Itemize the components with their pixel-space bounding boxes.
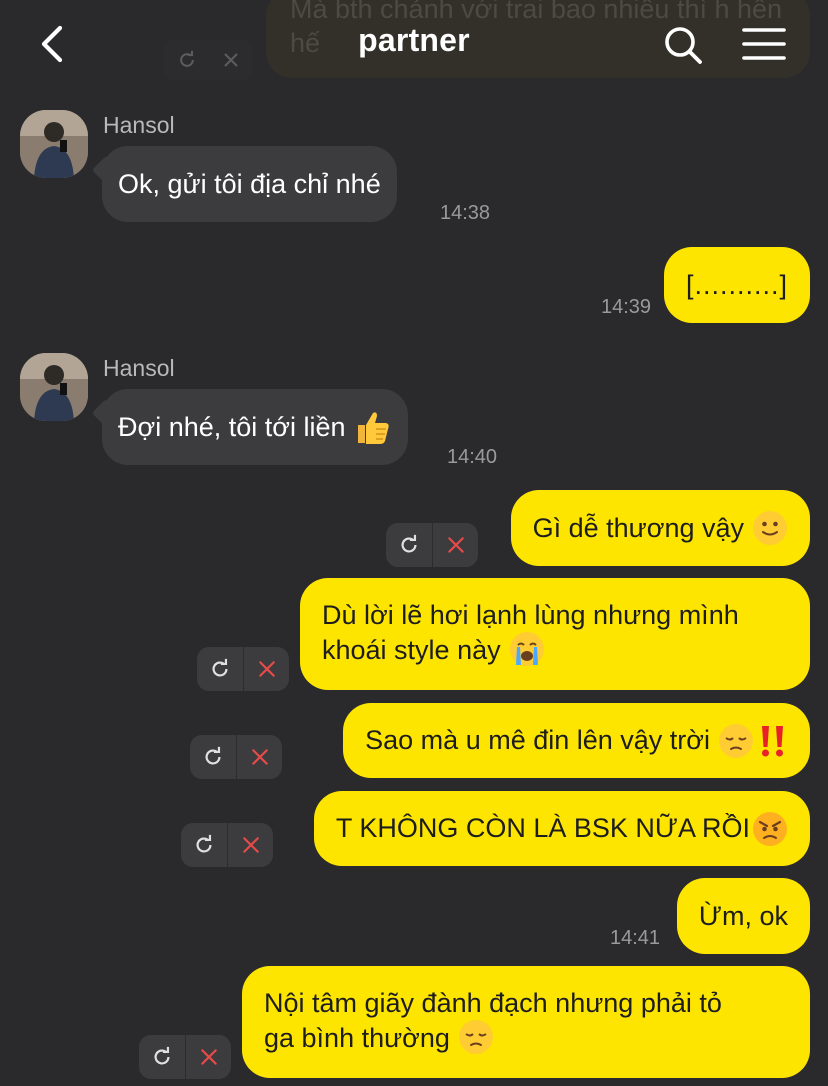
close-icon <box>258 661 275 677</box>
refresh-icon <box>401 534 417 553</box>
failed-message-actions <box>386 523 478 567</box>
delete-button[interactable] <box>185 1035 231 1079</box>
message-text-line: ga bình thường <box>264 1019 788 1056</box>
failed-message-actions <box>139 1035 231 1079</box>
avatar[interactable] <box>20 110 88 178</box>
close-icon <box>200 1049 217 1065</box>
resend-button[interactable] <box>181 823 227 867</box>
failed-message-actions <box>197 647 289 691</box>
refresh-icon <box>196 834 212 853</box>
message-time: 14:41 <box>610 927 661 949</box>
message-text-line: Dù lời lẽ hơi lạnh lùng nhưng mình <box>322 600 739 630</box>
close-icon <box>242 837 259 853</box>
search-icon <box>665 27 702 64</box>
resend-button[interactable] <box>139 1035 185 1079</box>
message-text-line: Nội tâm giãy đành đạch nhưng phải tỏ <box>264 988 722 1018</box>
message-text: Ok, gửi tôi địa chỉ nhé <box>118 168 381 199</box>
close-icon <box>251 749 268 765</box>
outgoing-message-bubble[interactable]: Sao mà u mê đin lên vậy trời <box>343 703 810 778</box>
menu-icon <box>742 28 786 60</box>
slightly-smiling-emoji <box>753 511 787 545</box>
incoming-message-bubble[interactable]: Ok, gửi tôi địa chỉ nhé <box>102 146 397 222</box>
search-button[interactable] <box>662 24 704 66</box>
pensive-emoji <box>719 723 753 758</box>
outgoing-message-bubble[interactable]: Ừm, ok <box>676 878 810 954</box>
message-text-line: khoái style này <box>322 631 788 668</box>
failed-message-actions <box>181 823 273 867</box>
close-icon <box>447 537 464 553</box>
sender-name: Hansol <box>103 355 175 381</box>
thumbs-up-emoji <box>357 412 389 444</box>
message-text: Sao mà u mê đin lên vậy trời <box>365 725 710 755</box>
pensive-emoji <box>458 1019 493 1054</box>
delete-button[interactable] <box>243 647 289 691</box>
chat-header: partner <box>0 0 828 88</box>
refresh-icon <box>205 746 221 765</box>
resend-button[interactable] <box>190 735 236 779</box>
resend-button[interactable] <box>197 647 243 691</box>
resend-button[interactable] <box>386 523 432 567</box>
menu-button[interactable] <box>742 26 786 62</box>
message-time: 14:38 <box>440 202 491 224</box>
delete-button[interactable] <box>227 823 273 867</box>
message-text: [..........] <box>685 269 788 300</box>
message-time: 14:39 <box>601 296 652 318</box>
incoming-message-bubble[interactable]: Đợi nhé, tôi tới liền <box>102 389 408 465</box>
outgoing-message-bubble[interactable]: Gì dễ thương vậy <box>510 490 810 566</box>
refresh-icon <box>212 658 228 677</box>
avatar-image <box>20 110 88 178</box>
crying-emoji <box>509 631 544 666</box>
message-text: Ừm, ok <box>698 900 788 931</box>
message-text: Gì dễ thương vậy <box>532 512 744 543</box>
avatar[interactable] <box>20 353 88 421</box>
outgoing-message-bubble[interactable]: T KHÔNG CÒN LÀ BSK NỮA RỒI <box>313 791 810 866</box>
outgoing-message-bubble[interactable]: [..........] <box>663 247 810 323</box>
delete-button[interactable] <box>236 735 282 779</box>
double-exclamation-emoji <box>762 725 783 756</box>
message-text: T KHÔNG CÒN LÀ BSK NỮA RỒI <box>335 813 750 843</box>
outgoing-message-bubble[interactable]: Nội tâm giãy đành đạch nhưng phải tỏ ga … <box>242 966 810 1078</box>
message-time: 14:40 <box>447 446 498 468</box>
failed-message-actions <box>190 735 282 779</box>
sender-name: Hansol <box>103 112 175 138</box>
delete-button[interactable] <box>432 523 478 567</box>
angry-emoji <box>753 811 787 846</box>
refresh-icon <box>154 1046 170 1065</box>
outgoing-message-bubble[interactable]: Dù lời lẽ hơi lạnh lùng nhưng mình khoái… <box>300 578 810 690</box>
avatar-image <box>20 353 88 421</box>
message-text: Đợi nhé, tôi tới liền <box>118 411 346 442</box>
